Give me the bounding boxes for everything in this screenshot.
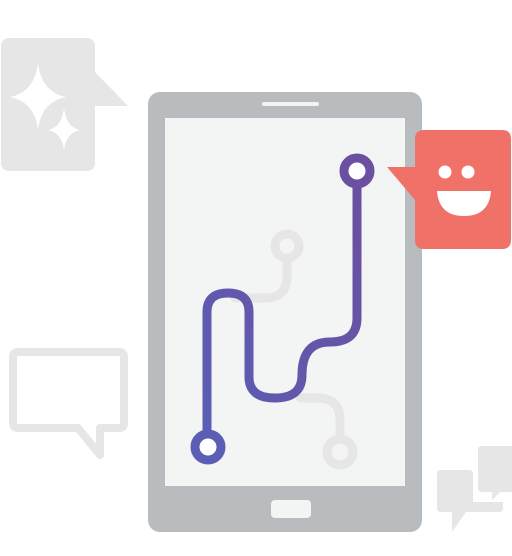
- sparkle-chat-bubble-icon: [1, 38, 128, 171]
- illustration: [0, 0, 512, 556]
- smiley-left-eye: [438, 165, 452, 179]
- route-start-marker: [190, 429, 226, 465]
- illustration-canvas: [1, 38, 512, 532]
- outline-chat-bubble-icon: [9, 348, 128, 459]
- phone-home-button: [271, 500, 311, 518]
- smiley-right-eye: [461, 165, 475, 179]
- double-chat-bubble-icon: [437, 446, 512, 532]
- back-bubble: [478, 446, 512, 500]
- smartphone-icon: [148, 92, 422, 532]
- phone-speaker: [262, 102, 319, 106]
- route-end-marker: [339, 153, 375, 189]
